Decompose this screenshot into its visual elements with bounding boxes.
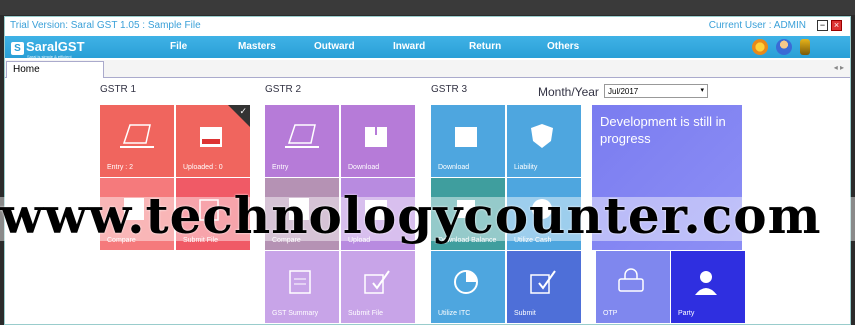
laptop-icon (120, 124, 154, 148)
gstr2-heading: GSTR 2 (265, 84, 302, 95)
gstr2-gst-summary-label: GST Summary (272, 310, 319, 317)
month-year-label: Month/Year (538, 85, 599, 99)
gstr3-liability-label: Liability (514, 164, 538, 171)
gstr2-submit-tile[interactable]: Submit File (341, 251, 415, 323)
menu-bar: S SaralGST Saral is simple & efficient Fi… (5, 36, 850, 59)
shield-icon (531, 124, 553, 148)
keys-icon[interactable] (800, 39, 810, 55)
month-year-select[interactable]: Jul/2017 ▾ (604, 84, 708, 98)
gstr3-submit-tile[interactable]: Submit (507, 251, 581, 323)
gstr3-download-label: Download (438, 164, 470, 171)
month-year-value: Jul/2017 (608, 87, 639, 96)
gstr1-uploaded-label: Uploaded : 0 (183, 164, 223, 171)
download-icon (455, 127, 477, 147)
watermark-text: www.technologycounter.com (0, 188, 822, 244)
gstr1-entry-tile[interactable]: Entry : 2 (100, 105, 174, 177)
gstr3-submit-label: Submit (514, 310, 536, 317)
logo-text: SaralGST (26, 39, 85, 54)
close-button[interactable]: × (831, 20, 842, 31)
party-label: Party (678, 310, 695, 317)
return-upload-icon (200, 127, 222, 147)
development-message: Development is still in progress (600, 114, 726, 146)
submit-file-icon (530, 270, 556, 294)
menu-inward[interactable]: Inward (393, 41, 425, 52)
gstr2-gst-summary-tile[interactable]: GST Summary (265, 251, 339, 323)
pie-chart-icon (454, 270, 478, 294)
gstr3-heading: GSTR 3 (431, 84, 468, 95)
desktop-strip (0, 0, 855, 15)
tab-bar: Home ◂ ▸ (5, 60, 850, 78)
menu-others[interactable]: Others (547, 41, 579, 52)
settings-icon[interactable] (752, 39, 768, 55)
minimize-button[interactable]: − (817, 20, 828, 31)
gstr1-entry-label: Entry : 2 (107, 164, 134, 171)
party-tile[interactable]: Party (671, 251, 745, 323)
screen: Trial Version: Saral GST 1.05 : Sample F… (0, 0, 855, 325)
users-icon[interactable] (776, 39, 792, 55)
gstr2-entry-label: Entry (272, 164, 289, 171)
gstr1-heading: GSTR 1 (100, 84, 137, 95)
logo-tagline: Saral is simple & efficient (27, 54, 72, 59)
otp-label: OTP (603, 310, 618, 317)
menu-file[interactable]: File (170, 41, 187, 52)
password-icon (618, 268, 644, 292)
gstr2-entry-tile[interactable]: Entry (265, 105, 339, 177)
window-title: Trial Version: Saral GST 1.05 : Sample F… (10, 20, 201, 31)
person-icon (695, 271, 717, 295)
tab-home[interactable]: Home (6, 61, 104, 78)
tab-scroll-arrows[interactable]: ◂ ▸ (834, 63, 844, 72)
title-bar: Trial Version: Saral GST 1.05 : Sample F… (5, 17, 850, 35)
menu-return[interactable]: Return (469, 41, 501, 52)
selected-check-icon: ✓ (228, 105, 250, 127)
current-user: Current User : ADMIN (708, 20, 806, 31)
otp-tile[interactable]: OTP (596, 251, 670, 323)
submit-file-icon (364, 270, 390, 294)
laptop-icon (285, 124, 319, 148)
gstr1-uploaded-tile[interactable]: Uploaded : 0 ✓ (176, 105, 250, 177)
gstr3-utilize-itc-tile[interactable]: Utilize ITC (431, 251, 505, 323)
logo-badge: S (11, 42, 24, 55)
menu-masters[interactable]: Masters (238, 41, 276, 52)
app-logo: S SaralGST Saral is simple & efficient (11, 39, 85, 59)
menu-outward[interactable]: Outward (314, 41, 355, 52)
gstr3-liability-tile[interactable]: Liability (507, 105, 581, 177)
gstr2-submit-label: Submit File (348, 310, 384, 317)
gstr2-download-tile[interactable]: Download (341, 105, 415, 177)
gstr2-download-label: Download (348, 164, 380, 171)
gstr3-utilize-itc-label: Utilize ITC (438, 310, 471, 317)
chevron-down-icon: ▾ (700, 87, 704, 94)
gstr3-download-tile[interactable]: Download (431, 105, 505, 177)
download-icon (365, 123, 387, 147)
summary-icon (289, 270, 311, 294)
